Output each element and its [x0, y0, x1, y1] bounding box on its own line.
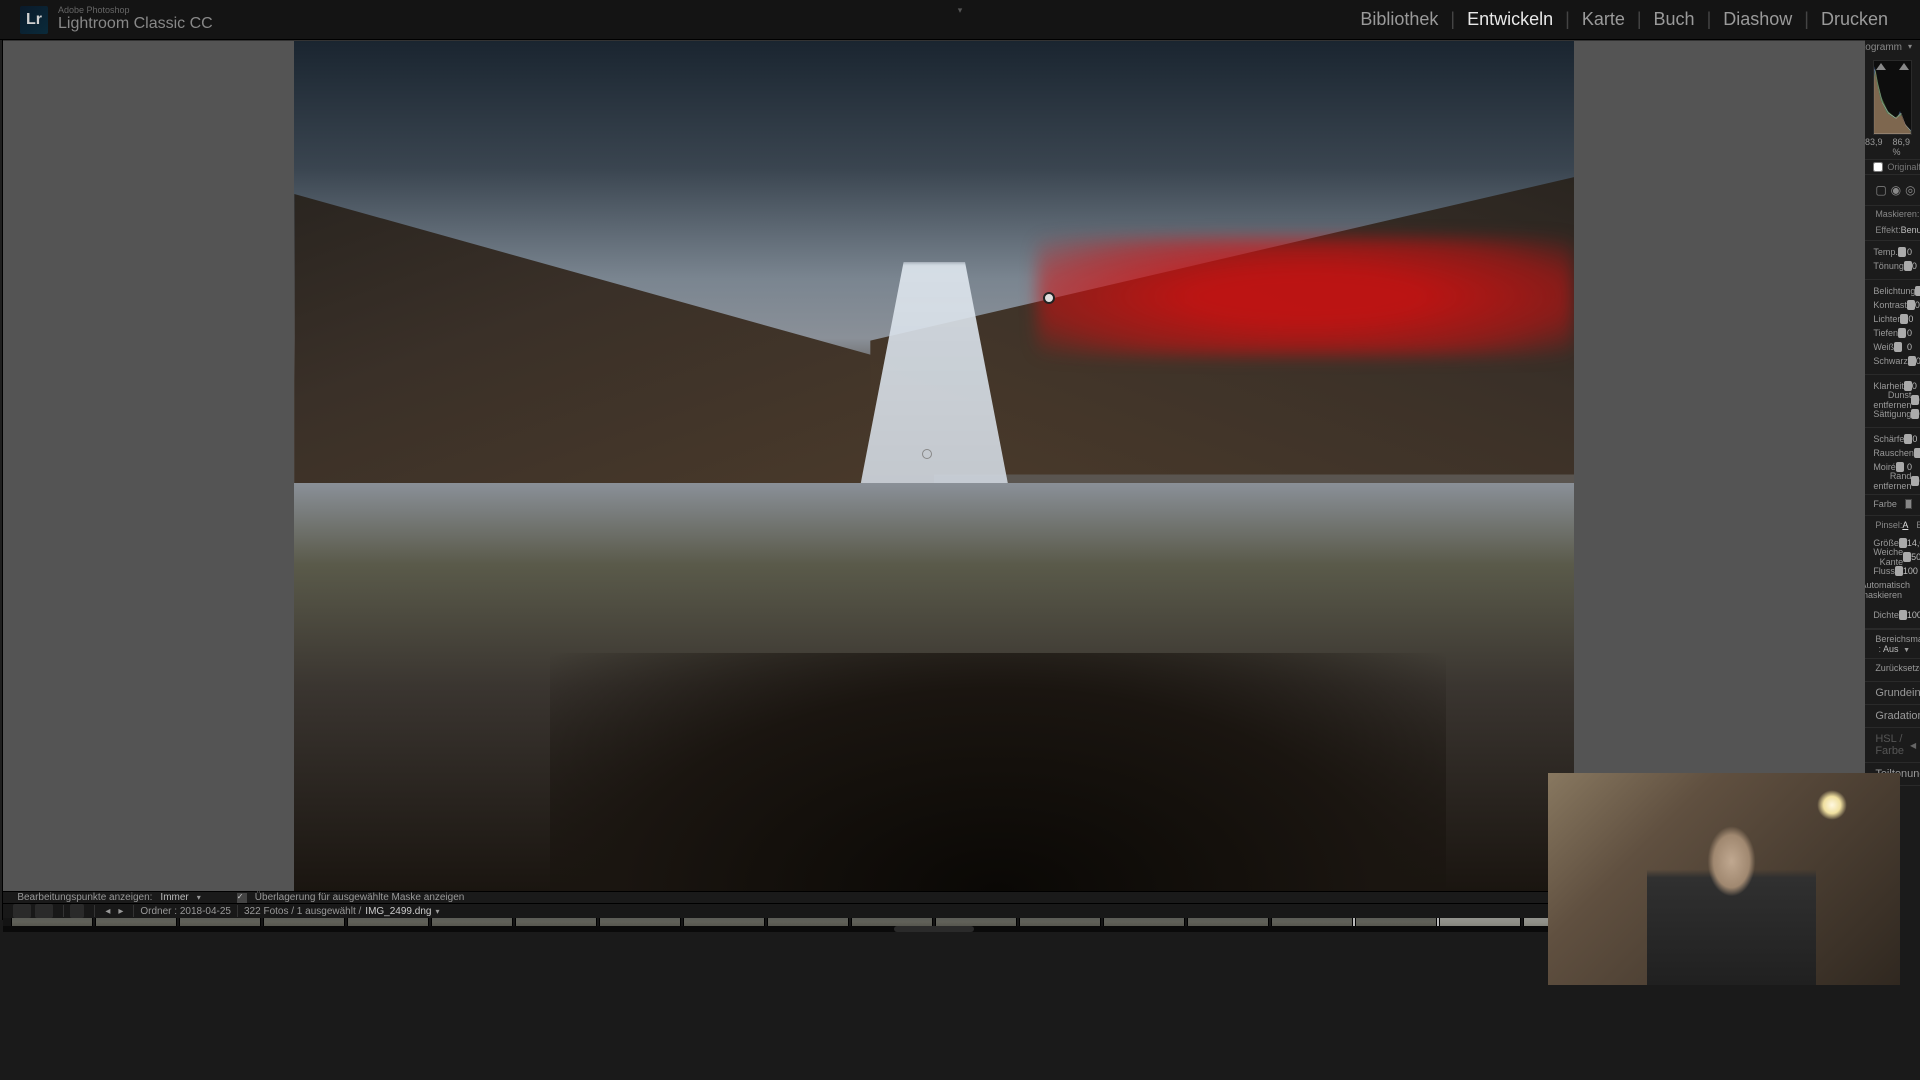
- filmstrip-thumb[interactable]: [179, 918, 261, 926]
- slider-fluss[interactable]: Fluss100: [1873, 564, 1912, 578]
- original-checkbox[interactable]: [1873, 162, 1883, 172]
- filmstrip-thumb[interactable]: [1103, 918, 1185, 926]
- filmstrip-thumb[interactable]: [767, 918, 849, 926]
- filmstrip-thumb[interactable]: [11, 918, 93, 926]
- slider-dunstentfernen[interactable]: Dunst entfernen0: [1873, 393, 1912, 407]
- slider-kontrast[interactable]: Kontrast0: [1873, 298, 1912, 312]
- module-tab-entwickeln[interactable]: Entwickeln: [1455, 9, 1565, 30]
- slider-weichekante[interactable]: Weiche Kante50: [1873, 550, 1912, 564]
- original-label: Originalfoto: [1887, 162, 1920, 172]
- brush-tab-b[interactable]: B: [1916, 520, 1920, 530]
- filmstrip-thumb[interactable]: [1355, 918, 1437, 926]
- module-tab-buch[interactable]: Buch: [1642, 9, 1707, 30]
- module-tabs: Bibliothek|Entwickeln|Karte|Buch|Diashow…: [1348, 9, 1900, 30]
- clip-shadows-icon[interactable]: [1876, 63, 1886, 70]
- slider-temp[interactable]: Temp.0: [1873, 245, 1912, 259]
- slider-rauschen[interactable]: Rauschen0: [1873, 446, 1912, 460]
- nav-back-icon[interactable]: ◂: [101, 906, 114, 917]
- filmstrip-thumb[interactable]: [683, 918, 765, 926]
- module-tab-drucken[interactable]: Drucken: [1809, 9, 1900, 30]
- filmstrip-thumb[interactable]: [1019, 918, 1101, 926]
- filmstrip-thumb[interactable]: [515, 918, 597, 926]
- panel-section-hslfarbe[interactable]: HSL / Farbe◀: [1865, 728, 1920, 763]
- slider-tnung[interactable]: Tönung0: [1873, 259, 1912, 273]
- grid-view-icon[interactable]: [70, 904, 84, 918]
- brush-tab-a[interactable]: A: [1902, 520, 1908, 530]
- edit-points-label: Bearbeitungspunkte anzeigen:: [17, 892, 152, 903]
- slider-tiefen[interactable]: Tiefen0: [1873, 326, 1912, 340]
- canvas-area[interactable]: [3, 40, 1865, 891]
- slider-sttigung[interactable]: Sättigung0: [1873, 407, 1912, 421]
- slider-schrfe[interactable]: Schärfe0: [1873, 432, 1912, 446]
- filmstrip-thumb[interactable]: [263, 918, 345, 926]
- local-tools: ▢ ◉ ◎ ▭ ◯ ✎: [1865, 175, 1920, 206]
- spot-tool-icon[interactable]: ◉: [1891, 181, 1901, 199]
- reset-button[interactable]: Zurücksetzen: [1875, 663, 1920, 677]
- webcam-overlay: [1548, 773, 1900, 985]
- title-bar: Lr Adobe Photoshop Lightroom Classic CC …: [0, 0, 1920, 40]
- redeye-tool-icon[interactable]: ◎: [1905, 181, 1915, 199]
- crop-tool-icon[interactable]: ▢: [1875, 181, 1886, 199]
- main-monitor-icon[interactable]: [13, 904, 31, 918]
- filmstrip-thumb[interactable]: [1187, 918, 1269, 926]
- current-file: IMG_2499.dng: [365, 906, 431, 917]
- module-tab-bibliothek[interactable]: Bibliothek: [1348, 9, 1450, 30]
- brand-product: Lightroom Classic CC: [58, 15, 213, 33]
- panel-section-grundeinstellungen[interactable]: Grundeinstellungen◀: [1865, 682, 1920, 705]
- photo-count: 322 Fotos / 1 ausgewählt /: [244, 906, 361, 917]
- effect-label: Effekt:: [1875, 225, 1900, 235]
- photo-preview[interactable]: [294, 41, 1574, 891]
- brush-mask-overlay: [1037, 237, 1575, 356]
- panel-section-gradationskurve[interactable]: Gradationskurve◀: [1865, 705, 1920, 728]
- filmstrip-thumb[interactable]: [599, 918, 681, 926]
- filmstrip-thumb[interactable]: [347, 918, 429, 926]
- panel-toggle-top-icon[interactable]: ▾: [958, 5, 963, 16]
- histogram[interactable]: [1873, 60, 1912, 135]
- brush-pin-active[interactable]: [1043, 292, 1055, 304]
- filmstrip-thumb[interactable]: [1271, 918, 1353, 926]
- module-tab-diashow[interactable]: Diashow: [1711, 9, 1804, 30]
- app-logo: Lr: [20, 6, 48, 34]
- histogram-title: Histogramm: [1865, 42, 1902, 56]
- slider-belichtung[interactable]: Belichtung- 2,27: [1873, 284, 1912, 298]
- module-tab-karte[interactable]: Karte: [1570, 9, 1637, 30]
- mask-label: Maskieren:: [1875, 209, 1919, 219]
- filmstrip-thumb[interactable]: [935, 918, 1017, 926]
- clip-highlights-icon[interactable]: [1899, 63, 1909, 70]
- edit-points-mode[interactable]: Immer: [160, 892, 188, 903]
- nav-fwd-icon[interactable]: ▸: [114, 906, 127, 917]
- overlay-checkbox[interactable]: [237, 893, 247, 903]
- slider-lichter[interactable]: Lichter0: [1873, 312, 1912, 326]
- brand-vendor: Adobe Photoshop: [58, 6, 213, 15]
- auto-mask-label: Automatisch maskieren: [1865, 580, 1910, 600]
- brush-label: Pinsel:: [1875, 520, 1902, 530]
- overlay-label: Überlagerung für ausgewählte Maske anzei…: [255, 892, 465, 903]
- brush-pin-inactive[interactable]: [922, 449, 932, 459]
- rgb-readout: 82,9 83,9 86,9 %: [1865, 135, 1920, 159]
- folder-path[interactable]: Ordner : 2018-04-25: [140, 906, 231, 917]
- filmstrip-thumb[interactable]: [431, 918, 513, 926]
- color-picker[interactable]: [1905, 499, 1912, 509]
- color-label: Farbe: [1873, 499, 1905, 509]
- filmstrip-thumb[interactable]: [95, 918, 177, 926]
- slider-randentfernen[interactable]: Rand entfernen0: [1873, 474, 1912, 488]
- filmstrip-thumb[interactable]: [1439, 918, 1521, 926]
- region-mask-value[interactable]: Aus: [1883, 644, 1899, 654]
- second-monitor-icon[interactable]: [35, 904, 53, 918]
- slider-dichte[interactable]: Dichte100: [1873, 608, 1912, 622]
- effect-value[interactable]: Benutzerdefiniert: [1901, 225, 1920, 235]
- filmstrip-thumb[interactable]: [851, 918, 933, 926]
- slider-wei[interactable]: Weiß0: [1873, 340, 1912, 354]
- slider-schwarz[interactable]: Schwarz0: [1873, 354, 1912, 368]
